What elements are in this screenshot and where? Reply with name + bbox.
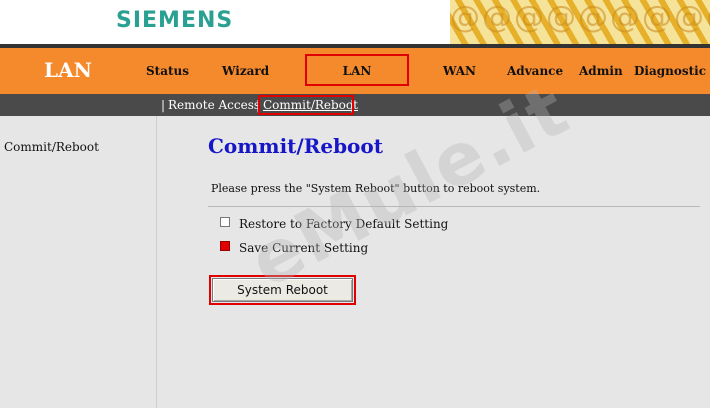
sidebar: Commit/Reboot [0, 116, 157, 408]
subnav-highlight-box [258, 95, 354, 115]
nav-item-diagnostic[interactable]: Diagnostic [634, 64, 706, 78]
subnav-pipe: | [161, 98, 166, 112]
nav-item-wizard[interactable]: Wizard [222, 64, 269, 78]
header-decoration-glyphs: @@@@@@@@@ [450, 0, 710, 35]
nav-item-lan[interactable]: LAN [307, 64, 407, 78]
sidebar-item-commit-reboot[interactable]: Commit/Reboot [4, 140, 99, 154]
nav-item-wan[interactable]: WAN [443, 64, 476, 78]
subnav-item-remote-access[interactable]: Remote Access [168, 98, 260, 112]
header: SIEMENS @@@@@@@@@ [0, 0, 710, 44]
nav-item-lan-highlight: LAN [305, 54, 409, 86]
nav-item-status[interactable]: Status [146, 64, 189, 78]
checkbox-restore-factory-default[interactable] [220, 217, 230, 227]
main-nav: LAN Status Wizard LAN WAN Advance Admin … [0, 48, 710, 94]
page-title: Commit/Reboot [208, 134, 383, 158]
nav-section-title: LAN [44, 58, 92, 82]
nav-item-admin[interactable]: Admin [579, 64, 623, 78]
sub-nav: | Remote Access | Commit/Reboot | [0, 94, 710, 116]
siemens-logo: SIEMENS [116, 8, 234, 33]
checkbox-save-current-setting[interactable] [220, 241, 230, 251]
header-decoration: @@@@@@@@@ [450, 0, 710, 44]
